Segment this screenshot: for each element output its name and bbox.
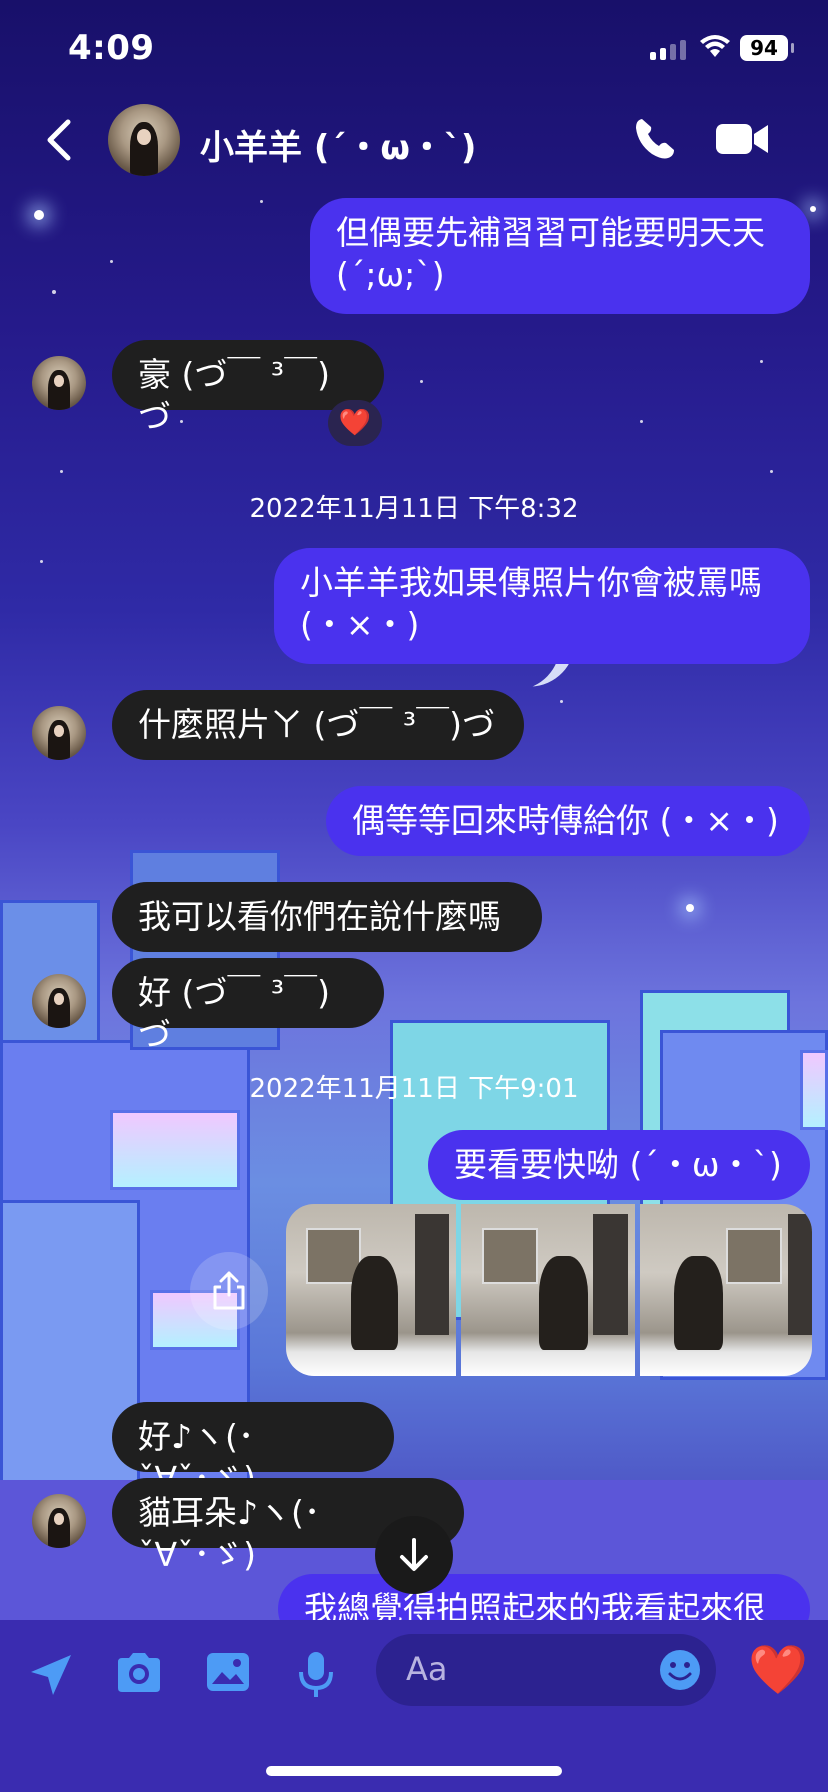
- message-bubble-incoming[interactable]: 豪 (づ￣ ³￣)づ: [112, 340, 384, 436]
- video-camera-icon[interactable]: [714, 120, 770, 158]
- shared-photo[interactable]: [286, 1204, 456, 1376]
- microphone-icon[interactable]: [296, 1650, 336, 1700]
- phone-icon[interactable]: [632, 116, 678, 162]
- message-input[interactable]: Aa: [376, 1634, 716, 1706]
- message-bubble-outgoing[interactable]: 偶等等回來時傳給你 (・×・): [326, 786, 810, 856]
- star-decoration: [810, 206, 816, 212]
- message-bubble-outgoing[interactable]: 要看要快呦 (´・ω・`): [428, 1130, 810, 1200]
- home-indicator: [266, 1766, 562, 1776]
- battery-indicator: 94: [740, 35, 794, 61]
- timestamp-divider: 2022年11月11日 下午9:01: [249, 1074, 579, 1104]
- contact-avatar[interactable]: [108, 104, 180, 176]
- contact-avatar-small[interactable]: [32, 974, 86, 1028]
- location-arrow-icon[interactable]: [26, 1650, 76, 1700]
- timestamp-divider: 2022年11月11日 下午8:32: [249, 494, 579, 524]
- message-bubble-incoming[interactable]: 什麼照片ㄚ (づ￣ ³￣)づ: [112, 690, 524, 760]
- heart-icon[interactable]: ❤️: [748, 1646, 808, 1694]
- shared-photo[interactable]: [640, 1204, 812, 1376]
- share-icon: [213, 1271, 245, 1310]
- star-decoration: [34, 210, 44, 220]
- message-bubble-outgoing[interactable]: 小羊羊我如果傳照片你會被罵嗎 (・×・): [274, 548, 810, 664]
- message-input-placeholder: Aa: [406, 1650, 448, 1688]
- cellular-signal-icon: [650, 40, 686, 60]
- wifi-icon: [700, 35, 730, 57]
- contact-avatar-small[interactable]: [32, 356, 86, 410]
- status-bar: 4:09 94: [0, 0, 828, 96]
- arrow-down-icon: [400, 1538, 428, 1571]
- emoji-icon[interactable]: [658, 1648, 702, 1692]
- scroll-to-bottom-button[interactable]: [375, 1516, 453, 1594]
- message-bubble-incoming[interactable]: 我可以看你們在說什麼嗎: [112, 882, 542, 952]
- contact-name[interactable]: 小羊羊 (´・ω・`): [200, 120, 476, 169]
- contact-avatar-small[interactable]: [32, 706, 86, 760]
- shared-photo[interactable]: [461, 1204, 635, 1376]
- camera-icon[interactable]: [114, 1650, 164, 1696]
- message-bubble-incoming[interactable]: 好♪ヽ(･ˇ∀ˇ･ゞ): [112, 1402, 394, 1498]
- share-button[interactable]: [190, 1252, 268, 1330]
- status-time: 4:09: [68, 28, 155, 68]
- contact-avatar-small[interactable]: [32, 1494, 86, 1548]
- gallery-icon[interactable]: [204, 1650, 252, 1694]
- message-bubble-outgoing[interactable]: 但偶要先補習習可能要明天天 (´;ω;`): [310, 198, 810, 314]
- back-chevron-icon[interactable]: [40, 118, 80, 162]
- heart-reaction-badge[interactable]: ❤️: [328, 400, 382, 446]
- message-bubble-incoming[interactable]: 好 (づ￣ ³￣)づ: [112, 958, 384, 1054]
- star-decoration: [686, 904, 694, 912]
- chat-header: 小羊羊 (´・ω・`): [0, 100, 828, 182]
